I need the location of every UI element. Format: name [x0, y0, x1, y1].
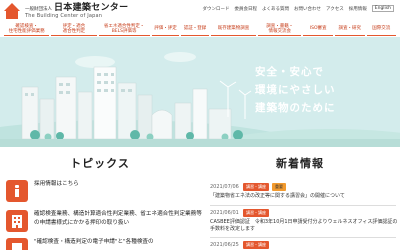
site-logo[interactable]: 一般財団法人 日本建築センター The Building Center of J…	[4, 2, 144, 20]
link-faq[interactable]: よくある質問	[262, 6, 289, 12]
nav-item-research[interactable]: 調査・研究	[334, 22, 365, 36]
news-divider	[210, 237, 396, 238]
nav-item-confirmation-inspection[interactable]: 確認検査・ 住宅性能評価業務	[4, 22, 50, 36]
news-date: 2021/06/01	[210, 210, 239, 216]
news-item[interactable]: 2021/07/06 講習・講座 重要 「建築物省エネ法の改正等に関する講習会」…	[210, 183, 398, 200]
hero-line-3: 建築物のために	[255, 102, 336, 114]
nav-item-iso[interactable]: ISO審査	[303, 22, 333, 36]
link-committee-schedule[interactable]: 委員会日程	[234, 6, 257, 12]
hero-tagline: 安全・安心で 環境にやさしい 建築物のために	[255, 63, 395, 117]
link-access[interactable]: アクセス	[326, 6, 344, 12]
news-date: 2021/07/06	[210, 184, 239, 190]
news-item[interactable]: 2021/06/01 講習・講座 CASBEE評価認証 令和3年10月1日申請受…	[210, 209, 398, 233]
topic-item[interactable]: 確認検査業務、構造計算適合性判定業務、省エネ適合性判定業務等の申請書様式にかかる…	[6, 210, 202, 232]
building-icon	[6, 210, 28, 232]
topic-item[interactable]: 採用情報はこちら	[6, 180, 202, 202]
news-category-badge: 講習・講座	[243, 209, 269, 217]
topic-text[interactable]: 確認検査業務、構造計算適合性判定業務、省エネ適合性判定業務等の申請書様式にかかる…	[34, 210, 202, 228]
topic-text[interactable]: 採用情報はこちら	[34, 180, 79, 189]
logo-org-type: 一般財団法人	[25, 6, 52, 12]
hero-line-2: 環境にやさしい	[255, 84, 336, 96]
news-heading: 新着情報	[276, 157, 324, 170]
news-date: 2021/06/25	[210, 242, 239, 248]
link-recruit[interactable]: 採用情報	[349, 6, 367, 12]
news-category-badge: 講習・講座	[243, 241, 269, 249]
topics-heading: トピックス	[70, 157, 130, 170]
logo-house-icon	[4, 3, 20, 19]
news-category-badge: 講習・講座	[243, 183, 269, 191]
topic-text[interactable]: "確認検査・構造判定の電子申請"と"各種検査の	[34, 238, 154, 247]
nav-item-certification[interactable]: 認証・登録	[181, 22, 209, 36]
link-download[interactable]: ダウンロード	[202, 6, 229, 12]
logo-name: 日本建築センター	[54, 2, 129, 13]
nav-item-books-info[interactable]: 調査・書籍・ 情報交流会	[258, 22, 302, 36]
nav-item-structural-judgement[interactable]: 評定・適合 適合性判定	[51, 22, 97, 36]
nav-item-international[interactable]: 国際交流	[366, 22, 397, 36]
nav-item-existing-building[interactable]: 既存建築物調査	[210, 22, 257, 36]
logo-english-name: The Building Center of Japan	[25, 12, 103, 19]
hero-line-1: 安全・安心で	[255, 66, 324, 78]
news-title-link[interactable]: 「建築物省エネ法の改正等に関する講習会」の開催について	[210, 193, 398, 200]
language-english-link[interactable]: English	[371, 5, 394, 12]
news-divider	[210, 205, 396, 206]
main-nav: 確認検査・ 住宅性能評価業務 評定・適合 適合性判定 省エネ適合性判定・ BEL…	[4, 22, 397, 36]
building-icon	[6, 238, 28, 250]
nav-item-energy-bels[interactable]: 省エネ適合性判定・ BELS評価等	[98, 22, 150, 36]
hero-banner: 安全・安心で 環境にやさしい 建築物のために	[0, 37, 400, 147]
news-item[interactable]: 2021/06/25 講習・講座	[210, 241, 398, 249]
news-title-link[interactable]: CASBEE評価認証 令和3年10月1日申請受付分よりウェルネスオフィス評価認証…	[210, 219, 398, 233]
link-contact[interactable]: お問い合わせ	[294, 6, 321, 12]
info-icon	[6, 180, 28, 202]
language-switch[interactable]: English	[371, 5, 394, 12]
nav-item-evaluation[interactable]: 評価・評定	[151, 22, 180, 36]
news-important-badge: 重要	[272, 183, 286, 191]
utility-nav: ダウンロード 委員会日程 よくある質問 お問い合わせ アクセス 採用情報 Eng…	[202, 5, 394, 12]
topic-item[interactable]: "確認検査・構造判定の電子申請"と"各種検査の	[6, 238, 202, 250]
header: 一般財団法人 日本建築センター The Building Center of J…	[0, 0, 400, 20]
